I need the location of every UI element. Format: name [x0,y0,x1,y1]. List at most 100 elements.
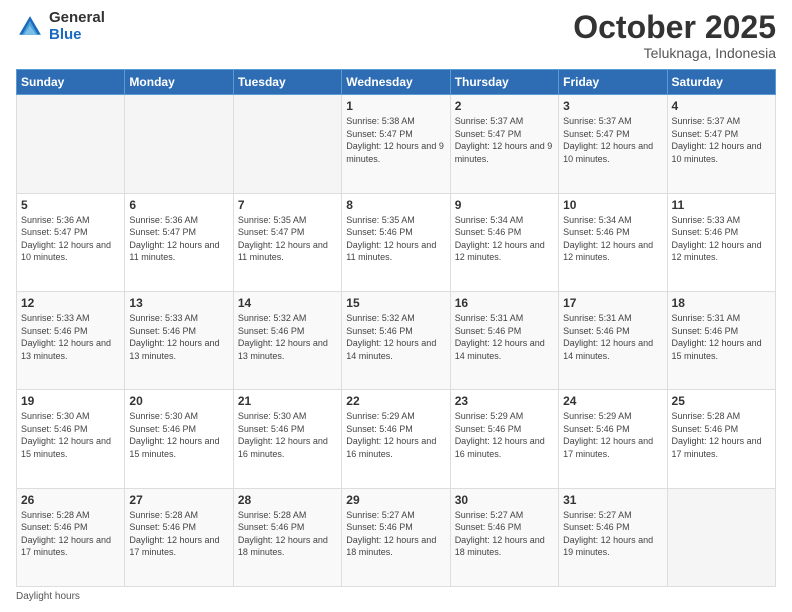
day-info: Sunrise: 5:27 AM Sunset: 5:46 PM Dayligh… [455,509,554,559]
weekday-header-row: SundayMondayTuesdayWednesdayThursdayFrid… [17,70,776,95]
day-info: Sunrise: 5:29 AM Sunset: 5:46 PM Dayligh… [455,410,554,460]
calendar-cell: 2 Sunrise: 5:37 AM Sunset: 5:47 PM Daylig… [450,95,558,193]
day-info: Sunrise: 5:37 AM Sunset: 5:47 PM Dayligh… [455,115,554,165]
day-number: 5 [21,198,120,212]
day-info: Sunrise: 5:28 AM Sunset: 5:46 PM Dayligh… [238,509,337,559]
day-info: Sunrise: 5:30 AM Sunset: 5:46 PM Dayligh… [129,410,228,460]
weekday-header-monday: Monday [125,70,233,95]
calendar-cell: 18 Sunrise: 5:31 AM Sunset: 5:46 PM Dayli… [667,291,775,389]
calendar-cell: 20 Sunrise: 5:30 AM Sunset: 5:46 PM Dayli… [125,390,233,488]
day-number: 24 [563,394,662,408]
day-info: Sunrise: 5:36 AM Sunset: 5:47 PM Dayligh… [129,214,228,264]
day-info: Sunrise: 5:27 AM Sunset: 5:46 PM Dayligh… [563,509,662,559]
day-number: 25 [672,394,771,408]
calendar-cell: 17Sunrise: 5:31 AM Sunset: 5:46 PM Dayli… [559,291,667,389]
day-number: 6 [129,198,228,212]
day-number: 14 [238,296,337,310]
calendar-week-row: 1 Sunrise: 5:38 AM Sunset: 5:47 PM Daylig… [17,95,776,193]
day-number: 7 [238,198,337,212]
daylight-label: Daylight hours [16,591,80,602]
month-title: October 2025 [573,10,776,45]
day-info: Sunrise: 5:34 AM Sunset: 5:46 PM Dayligh… [455,214,554,264]
day-number: 23 [455,394,554,408]
calendar-week-row: 26 Sunrise: 5:28 AM Sunset: 5:46 PM Dayli… [17,488,776,586]
calendar-cell: 13 Sunrise: 5:33 AM Sunset: 5:46 PM Dayli… [125,291,233,389]
calendar-cell: 25 Sunrise: 5:28 AM Sunset: 5:46 PM Dayli… [667,390,775,488]
day-info: Sunrise: 5:35 AM Sunset: 5:46 PM Dayligh… [346,214,445,264]
weekday-header-sunday: Sunday [17,70,125,95]
calendar-cell: 24 Sunrise: 5:29 AM Sunset: 5:46 PM Dayli… [559,390,667,488]
day-info: Sunrise: 5:33 AM Sunset: 5:46 PM Dayligh… [21,312,120,362]
calendar-week-row: 19 Sunrise: 5:30 AM Sunset: 5:46 PM Dayli… [17,390,776,488]
day-number: 20 [129,394,228,408]
calendar-cell: 4Sunrise: 5:37 AM Sunset: 5:47 PM Daylig… [667,95,775,193]
day-number: 18 [672,296,771,310]
weekday-header-tuesday: Tuesday [233,70,341,95]
day-number: 19 [21,394,120,408]
day-info: Sunrise: 5:33 AM Sunset: 5:46 PM Dayligh… [129,312,228,362]
day-info: Sunrise: 5:30 AM Sunset: 5:46 PM Dayligh… [21,410,120,460]
title-area: October 2025 Teluknaga, Indonesia [573,10,776,61]
day-number: 12 [21,296,120,310]
logo-icon [16,13,44,41]
calendar-cell: 21 Sunrise: 5:30 AM Sunset: 5:46 PM Dayli… [233,390,341,488]
day-info: Sunrise: 5:36 AM Sunset: 5:47 PM Dayligh… [21,214,120,264]
calendar-cell: 30 Sunrise: 5:27 AM Sunset: 5:46 PM Dayli… [450,488,558,586]
day-info: Sunrise: 5:30 AM Sunset: 5:46 PM Dayligh… [238,410,337,460]
calendar-cell: 1 Sunrise: 5:38 AM Sunset: 5:47 PM Daylig… [342,95,450,193]
day-info: Sunrise: 5:31 AM Sunset: 5:46 PM Dayligh… [455,312,554,362]
calendar-cell: 10Sunrise: 5:34 AM Sunset: 5:46 PM Dayli… [559,193,667,291]
day-number: 15 [346,296,445,310]
day-info: Sunrise: 5:34 AM Sunset: 5:46 PM Dayligh… [563,214,662,264]
logo: General Blue [16,10,105,43]
calendar-cell: 11Sunrise: 5:33 AM Sunset: 5:46 PM Dayli… [667,193,775,291]
weekday-header-thursday: Thursday [450,70,558,95]
day-number: 28 [238,493,337,507]
calendar-cell: 22Sunrise: 5:29 AM Sunset: 5:46 PM Dayli… [342,390,450,488]
calendar-cell: 6 Sunrise: 5:36 AM Sunset: 5:47 PM Daylig… [125,193,233,291]
day-info: Sunrise: 5:28 AM Sunset: 5:46 PM Dayligh… [129,509,228,559]
calendar-cell: 27 Sunrise: 5:28 AM Sunset: 5:46 PM Dayli… [125,488,233,586]
calendar-cell: 9 Sunrise: 5:34 AM Sunset: 5:46 PM Daylig… [450,193,558,291]
day-number: 29 [346,493,445,507]
calendar-table: SundayMondayTuesdayWednesdayThursdayFrid… [16,69,776,587]
calendar-cell: 8Sunrise: 5:35 AM Sunset: 5:46 PM Daylig… [342,193,450,291]
calendar-cell: 31Sunrise: 5:27 AM Sunset: 5:46 PM Dayli… [559,488,667,586]
day-number: 1 [346,99,445,113]
day-info: Sunrise: 5:31 AM Sunset: 5:46 PM Dayligh… [672,312,771,362]
day-info: Sunrise: 5:37 AM Sunset: 5:47 PM Dayligh… [672,115,771,165]
logo-blue-text: Blue [49,27,105,44]
day-number: 22 [346,394,445,408]
logo-text: General Blue [49,10,105,43]
day-number: 3 [563,99,662,113]
calendar-cell: 28 Sunrise: 5:28 AM Sunset: 5:46 PM Dayli… [233,488,341,586]
day-number: 26 [21,493,120,507]
header: General Blue October 2025 Teluknaga, Ind… [16,10,776,61]
day-number: 30 [455,493,554,507]
calendar-cell: 12 Sunrise: 5:33 AM Sunset: 5:46 PM Dayli… [17,291,125,389]
day-info: Sunrise: 5:32 AM Sunset: 5:46 PM Dayligh… [346,312,445,362]
day-info: Sunrise: 5:29 AM Sunset: 5:46 PM Dayligh… [563,410,662,460]
page: General Blue October 2025 Teluknaga, Ind… [0,0,792,612]
calendar-cell: 3 Sunrise: 5:37 AM Sunset: 5:47 PM Daylig… [559,95,667,193]
day-number: 27 [129,493,228,507]
legend: Daylight hours [16,591,776,602]
calendar-cell: 29Sunrise: 5:27 AM Sunset: 5:46 PM Dayli… [342,488,450,586]
weekday-header-friday: Friday [559,70,667,95]
calendar-week-row: 12 Sunrise: 5:33 AM Sunset: 5:46 PM Dayli… [17,291,776,389]
day-number: 21 [238,394,337,408]
day-info: Sunrise: 5:38 AM Sunset: 5:47 PM Dayligh… [346,115,445,165]
location-subtitle: Teluknaga, Indonesia [573,45,776,61]
day-info: Sunrise: 5:28 AM Sunset: 5:46 PM Dayligh… [672,410,771,460]
logo-general-text: General [49,10,105,27]
calendar-cell: 14Sunrise: 5:32 AM Sunset: 5:46 PM Dayli… [233,291,341,389]
weekday-header-saturday: Saturday [667,70,775,95]
day-number: 16 [455,296,554,310]
calendar-cell [125,95,233,193]
day-info: Sunrise: 5:37 AM Sunset: 5:47 PM Dayligh… [563,115,662,165]
day-number: 13 [129,296,228,310]
day-number: 9 [455,198,554,212]
calendar-cell [17,95,125,193]
calendar-cell: 15 Sunrise: 5:32 AM Sunset: 5:46 PM Dayli… [342,291,450,389]
day-number: 2 [455,99,554,113]
